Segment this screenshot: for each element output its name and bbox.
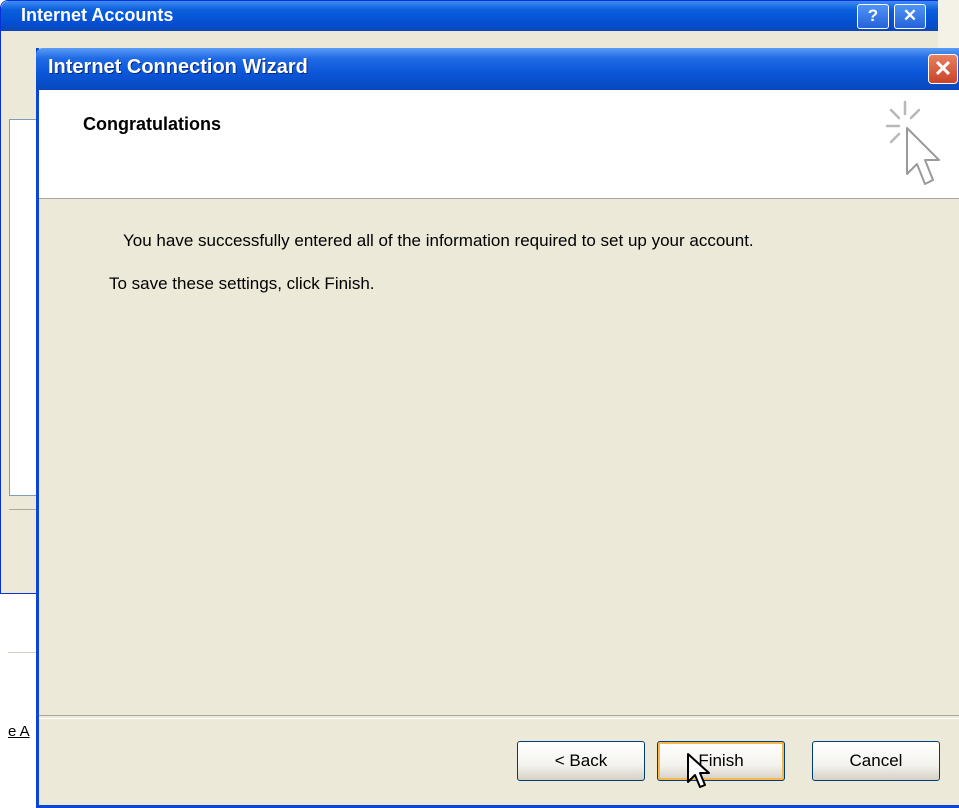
internet-accounts-titlebar[interactable]: Internet Accounts ? ✕ (1, 1, 951, 31)
wizard-header-title: Congratulations (83, 114, 221, 134)
divider (8, 652, 38, 653)
wizard-cursor-icon (885, 100, 940, 185)
mouse-pointer-icon (687, 753, 710, 788)
wizard-body: You have successfully entered all of the… (39, 199, 959, 715)
internet-accounts-close-button[interactable]: ✕ (894, 4, 926, 29)
success-message: You have successfully entered all of the… (123, 231, 754, 250)
finish-button[interactable]: Finish (657, 741, 785, 781)
help-button[interactable]: ? (857, 4, 889, 29)
divider (9, 509, 39, 510)
back-button[interactable]: < Back (517, 741, 645, 781)
footer-divider (39, 715, 959, 719)
wizard-header: Congratulations (39, 90, 959, 199)
wizard-close-button[interactable]: ✕ (928, 54, 958, 84)
internet-connection-wizard-dialog: Internet Connection Wizard ✕ Congratulat… (36, 48, 959, 808)
wizard-title: Internet Connection Wizard (48, 56, 308, 78)
finish-instruction: To save these settings, click Finish. (109, 274, 375, 293)
cancel-button[interactable]: Cancel (812, 741, 940, 781)
wizard-titlebar[interactable]: Internet Connection Wizard ✕ (36, 48, 959, 90)
internet-accounts-title: Internet Accounts (21, 5, 174, 25)
background-link[interactable]: e A (8, 723, 30, 740)
